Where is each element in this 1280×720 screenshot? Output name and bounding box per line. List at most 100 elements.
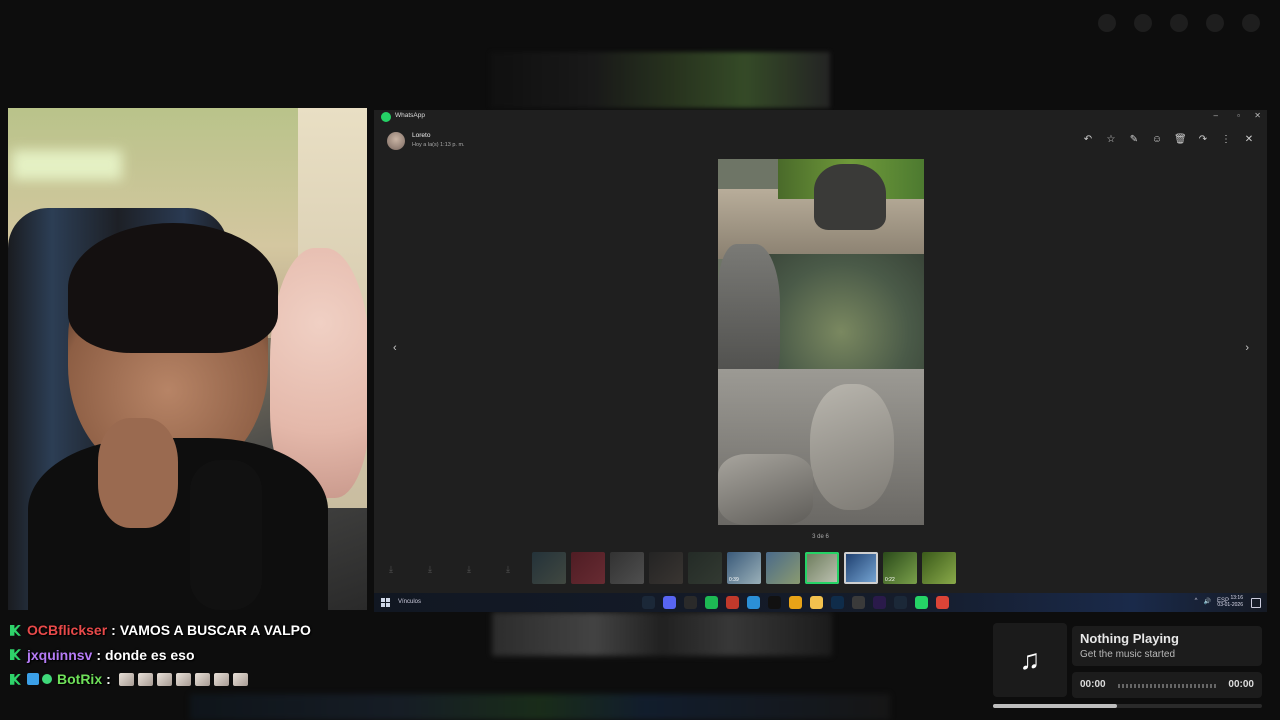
premiere-app-icon[interactable] xyxy=(873,596,886,609)
pin-icon[interactable]: ✎ xyxy=(1128,134,1140,146)
download-icon[interactable]: ⤓ xyxy=(506,564,510,575)
windows-start-icon[interactable] xyxy=(381,598,390,607)
emote-icon xyxy=(175,672,191,686)
media-thumbnail[interactable]: 0:22 xyxy=(883,552,917,584)
tray-chevron-icon[interactable]: ^ xyxy=(1195,598,1198,605)
explorer-app-icon[interactable] xyxy=(810,596,823,609)
tray-sound-icon[interactable]: 🔊 xyxy=(1204,598,1211,605)
whatsapp-logo-icon xyxy=(381,112,391,122)
minimize-button[interactable]: – xyxy=(1214,111,1218,120)
taskbar-links-label[interactable]: Vínculos xyxy=(398,599,421,605)
contact-name: Loreto xyxy=(412,132,431,139)
media-thumbnail[interactable] xyxy=(610,552,644,584)
media-thumbnail[interactable] xyxy=(571,552,605,584)
video-duration: 0:22 xyxy=(885,577,895,583)
star-icon[interactable]: ☆ xyxy=(1105,134,1117,146)
media-thumbnail[interactable] xyxy=(532,552,566,584)
emote-icon xyxy=(156,672,172,686)
spotify-app-icon[interactable] xyxy=(705,596,718,609)
music-subtitle: Get the music started xyxy=(1080,649,1176,660)
window-close-button[interactable]: ✕ xyxy=(1254,111,1261,120)
message-timestamp: Hoy a la(s) 1:13 p. m. xyxy=(412,142,465,148)
tidal-app-icon[interactable] xyxy=(768,596,781,609)
music-progress-bar xyxy=(993,704,1262,708)
download-icon[interactable]: ⤓ xyxy=(389,564,393,575)
media-photo xyxy=(718,159,924,525)
close-icon[interactable]: ✕ xyxy=(1243,134,1255,146)
background-icons xyxy=(1098,14,1260,32)
clock-time: 13:16 xyxy=(1230,595,1243,601)
recorder-app-icon[interactable] xyxy=(726,596,739,609)
webcam-feed xyxy=(8,108,367,610)
whatsapp-window: WhatsApp – ▫ ✕ Loreto Hoy a la(s) 1:13 p… xyxy=(374,110,1267,612)
emote-icon xyxy=(118,672,134,686)
media-thumbnail[interactable] xyxy=(649,552,683,584)
more-icon[interactable]: ⋮ xyxy=(1220,134,1232,146)
media-viewer-header: Loreto Hoy a la(s) 1:13 p. m. ↶ ☆ ✎ ☺ 🗑 ↷ ⋮ ✕ xyxy=(374,124,1267,156)
music-info: Nothing Playing Get the music started xyxy=(1072,626,1262,666)
emoji-icon[interactable]: ☺ xyxy=(1151,134,1163,146)
window-title: WhatsApp xyxy=(395,112,425,119)
kick-badge-icon xyxy=(10,624,21,636)
media-thumbnail[interactable] xyxy=(805,552,839,584)
music-note-icon: ♫ xyxy=(993,623,1067,697)
chat-separator: : xyxy=(106,671,111,688)
forward-icon[interactable]: ↷ xyxy=(1197,134,1209,146)
obs-app-icon[interactable] xyxy=(684,596,697,609)
chrome-app-icon[interactable] xyxy=(789,596,802,609)
music-waveform xyxy=(1118,684,1218,688)
music-progress-fill xyxy=(993,704,1117,708)
chat-message: BotRix: xyxy=(8,667,348,692)
next-arrow-icon[interactable]: › xyxy=(1245,342,1249,354)
chrome2-app-icon[interactable] xyxy=(936,596,949,609)
chat-separator: : xyxy=(96,646,102,663)
previous-arrow-icon[interactable]: ‹ xyxy=(393,342,397,354)
calculator-app-icon[interactable] xyxy=(852,596,865,609)
chat-text: VAMOS A BUSCAR A VALPO xyxy=(119,622,311,639)
steam2-app-icon[interactable] xyxy=(894,596,907,609)
chat-username[interactable]: jxquinnsv xyxy=(27,647,92,663)
download-icon[interactable]: ⤓ xyxy=(428,564,432,575)
clock-date: 03-01-2026 xyxy=(1217,602,1243,608)
thumbnail-strip: ⤓ ⤓ ⤓ ⤓ 0:39 0:22 xyxy=(374,550,1267,590)
window-titlebar: WhatsApp – ▫ ✕ xyxy=(374,110,1267,124)
chat-separator: : xyxy=(111,622,116,639)
edge-app-icon[interactable] xyxy=(747,596,760,609)
reply-icon[interactable]: ↶ xyxy=(1082,134,1094,146)
maximize-button[interactable]: ▫ xyxy=(1237,111,1240,120)
chat-username[interactable]: BotRix xyxy=(57,671,102,687)
verified-badge-icon xyxy=(42,674,52,685)
notification-icon[interactable] xyxy=(1251,598,1261,608)
steam-app-icon[interactable] xyxy=(642,596,655,609)
music-current-time: 00:00 xyxy=(1080,679,1106,690)
background-photo-bottom xyxy=(492,612,832,656)
windows-taskbar: Vínculos ^ 🔊 ESP 13:16 03-01-2026 xyxy=(374,593,1267,612)
media-counter: 3 de 6 xyxy=(812,534,829,540)
music-time-bar: 00:00 00:00 xyxy=(1072,672,1262,698)
media-thumbnail[interactable]: 0:39 xyxy=(727,552,761,584)
emote-icon xyxy=(194,672,210,686)
delete-icon[interactable]: 🗑 xyxy=(1174,134,1187,146)
media-toolbar: ↶ ☆ ✎ ☺ 🗑 ↷ ⋮ ✕ xyxy=(1082,134,1255,146)
chat-message: OCBflickser: VAMOS A BUSCAR A VALPO xyxy=(8,618,348,643)
chat-emotes xyxy=(118,672,248,686)
taskbar-clock[interactable]: 13:16 03-01-2026 xyxy=(1217,595,1243,609)
media-thumbnail[interactable] xyxy=(766,552,800,584)
kick-badge-icon xyxy=(10,649,21,661)
chat-message: jxquinnsv: donde es eso xyxy=(8,643,348,668)
media-thumbnail[interactable] xyxy=(922,552,956,584)
video-duration: 0:39 xyxy=(729,577,739,583)
kick-badge-icon xyxy=(10,673,21,685)
photoshop-app-icon[interactable] xyxy=(831,596,844,609)
bot-badge-icon xyxy=(27,673,39,686)
download-icon[interactable]: ⤓ xyxy=(467,564,471,575)
avatar[interactable] xyxy=(387,132,405,150)
whatsapp-app-icon[interactable] xyxy=(915,596,928,609)
taskbar-apps xyxy=(642,596,949,609)
music-title: Nothing Playing xyxy=(1080,631,1179,646)
chat-username[interactable]: OCBflickser xyxy=(27,622,107,638)
discord-app-icon[interactable] xyxy=(663,596,676,609)
stream-chat: OCBflickser: VAMOS A BUSCAR A VALPO jxquin… xyxy=(8,618,348,692)
media-thumbnail[interactable] xyxy=(688,552,722,584)
media-thumbnail[interactable] xyxy=(844,552,878,584)
